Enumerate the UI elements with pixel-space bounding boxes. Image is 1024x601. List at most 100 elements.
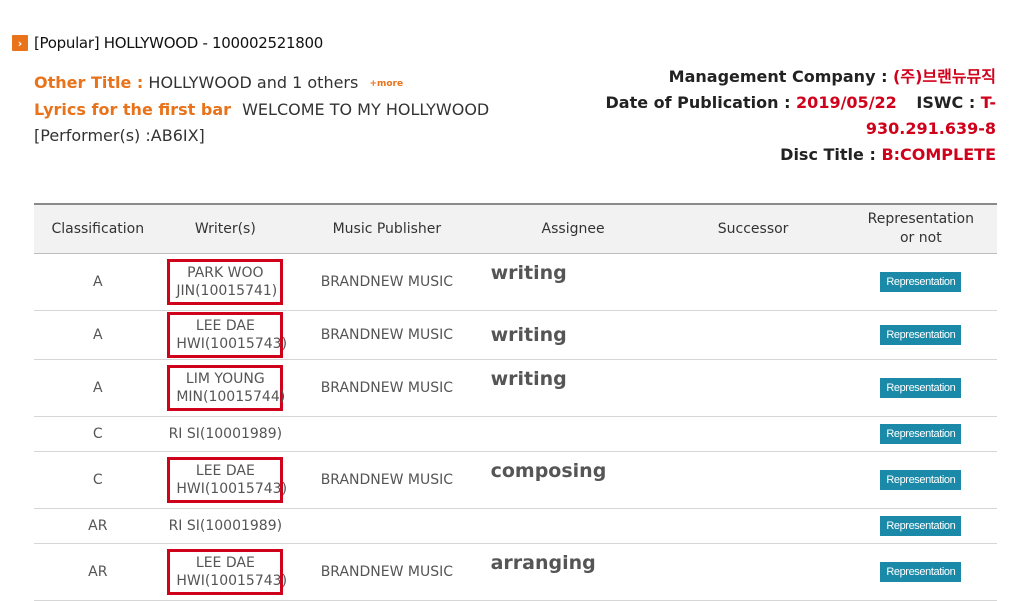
table-row: AR RI SI(10001989) Representation xyxy=(34,508,997,544)
writer-name[interactable]: RI SI(10001989) xyxy=(169,425,283,443)
cell-publisher: BRANDNEW MUSIC xyxy=(289,543,485,601)
cell-successor xyxy=(661,359,845,417)
cell-classification: A xyxy=(34,359,162,417)
writer-id: JIN(10015741) xyxy=(176,283,278,299)
representation-button[interactable]: Representation xyxy=(880,516,962,536)
cell-successor xyxy=(661,508,845,544)
lyrics-line: Lyrics for the first bar WELCOME TO MY H… xyxy=(34,97,489,123)
lyrics-label: Lyrics for the first bar xyxy=(34,99,231,119)
cell-representation: Representation xyxy=(844,310,997,360)
representation-button[interactable]: Representation xyxy=(880,325,962,345)
iswc-label: ISWC : xyxy=(916,93,976,112)
cell-assignee-role: arranging xyxy=(484,543,662,601)
cell-publisher xyxy=(289,416,485,452)
table-header-row: Classification Writer(s) Music Publisher… xyxy=(34,203,997,254)
cell-assignee-role: writing xyxy=(484,253,662,311)
chevron-right-icon: › xyxy=(12,35,28,51)
writer-name: LIM YOUNG xyxy=(185,371,265,387)
cell-assignee-role xyxy=(484,508,662,544)
writer-id: HWI(10015743) xyxy=(176,573,288,589)
disc-value: B:COMPLETE xyxy=(881,145,996,164)
publication-line: Date of Publication : 2019/05/22 ISWC : … xyxy=(605,90,996,116)
work-info-right: Management Company : (주)브랜뉴뮤직 Date of Pu… xyxy=(605,64,996,168)
cell-publisher: BRANDNEW MUSIC xyxy=(289,359,485,417)
cell-representation: Representation xyxy=(844,508,997,544)
cell-writer: LIM YOUNG MIN(10015744) xyxy=(161,359,290,417)
header-assignee: Assignee xyxy=(484,203,662,254)
page-header: › [Popular] HOLLYWOOD - 100002521800 xyxy=(12,34,323,52)
writer-highlight[interactable]: LEE DAE HWI(10015743) xyxy=(167,457,287,503)
cell-classification: A xyxy=(34,253,162,311)
cell-writer: LEE DAE HWI(10015743) xyxy=(161,451,290,509)
writer-name: PARK WOO xyxy=(187,265,264,281)
representation-button[interactable]: Representation xyxy=(880,470,962,490)
representation-button[interactable]: Representation xyxy=(880,378,962,398)
table-row: A PARK WOO JIN(10015741) BRANDNEW MUSIC … xyxy=(34,253,997,311)
cell-successor xyxy=(661,416,845,452)
table-row: A LEE DAE HWI(10015743) BRANDNEW MUSIC w… xyxy=(34,310,997,360)
page-title: [Popular] HOLLYWOOD - 100002521800 xyxy=(34,34,323,52)
cell-successor xyxy=(661,253,845,311)
rights-table: Classification Writer(s) Music Publisher… xyxy=(34,203,997,601)
writer-highlight[interactable]: LEE DAE HWI(10015743) xyxy=(167,312,287,358)
writer-highlight[interactable]: LIM YOUNG MIN(10015744) xyxy=(167,365,286,411)
writer-name: LEE DAE xyxy=(195,318,255,334)
writer-id: MIN(10015744) xyxy=(176,389,286,405)
cell-classification: C xyxy=(34,451,162,509)
cell-publisher: BRANDNEW MUSIC xyxy=(289,451,485,509)
more-link[interactable]: +more xyxy=(369,79,403,89)
writer-highlight[interactable]: PARK WOO JIN(10015741) xyxy=(167,259,284,305)
header-writers: Writer(s) xyxy=(161,203,290,254)
table-row: A LIM YOUNG MIN(10015744) BRANDNEW MUSIC… xyxy=(34,359,997,417)
cell-representation: Representation xyxy=(844,543,997,601)
management-label: Management Company : xyxy=(668,67,888,86)
cell-publisher xyxy=(289,508,485,544)
other-title-line: Other Title : HOLLYWOOD and 1 others +mo… xyxy=(34,70,489,97)
cell-publisher: BRANDNEW MUSIC xyxy=(289,253,485,311)
representation-button[interactable]: Representation xyxy=(880,272,962,292)
cell-publisher: BRANDNEW MUSIC xyxy=(289,310,485,360)
table-row: C LEE DAE HWI(10015743) BRANDNEW MUSIC c… xyxy=(34,451,997,509)
other-title-label: Other Title : xyxy=(34,73,144,92)
work-info-left: Other Title : HOLLYWOOD and 1 others +mo… xyxy=(34,70,489,149)
cell-representation: Representation xyxy=(844,359,997,417)
header-representation: Representation or not xyxy=(844,203,997,254)
iswc-value-1: T- xyxy=(980,93,996,112)
header-representation-line1: Representation xyxy=(867,211,974,227)
management-line: Management Company : (주)브랜뉴뮤직 xyxy=(605,64,996,90)
cell-representation: Representation xyxy=(844,416,997,452)
header-successor: Successor xyxy=(661,203,845,254)
cell-assignee-role xyxy=(484,416,662,452)
iswc-value-2: 930.291.639-8 xyxy=(865,119,996,138)
representation-button[interactable]: Representation xyxy=(880,562,962,582)
management-value: (주)브랜뉴뮤직 xyxy=(893,67,996,86)
cell-writer: RI SI(10001989) xyxy=(161,508,290,544)
cell-successor xyxy=(661,310,845,360)
cell-classification: AR xyxy=(34,508,162,544)
header-representation-line2: or not xyxy=(899,230,942,246)
cell-representation: Representation xyxy=(844,451,997,509)
table-row: C RI SI(10001989) Representation xyxy=(34,416,997,452)
cell-classification: C xyxy=(34,416,162,452)
writer-name[interactable]: RI SI(10001989) xyxy=(169,517,283,535)
cell-assignee-role: composing xyxy=(484,451,662,509)
header-classification: Classification xyxy=(34,203,162,254)
lyrics-value: WELCOME TO MY HOLLYWOOD xyxy=(242,99,490,119)
cell-writer: PARK WOO JIN(10015741) xyxy=(161,253,290,311)
writer-id: HWI(10015743) xyxy=(176,481,288,497)
cell-writer: LEE DAE HWI(10015743) xyxy=(161,543,290,601)
cell-writer: RI SI(10001989) xyxy=(161,416,290,452)
other-title-value: HOLLYWOOD and 1 others xyxy=(148,73,359,92)
table-row: AR LEE DAE HWI(10015743) BRANDNEW MUSIC … xyxy=(34,543,997,601)
representation-button[interactable]: Representation xyxy=(880,424,962,444)
cell-assignee-role: writing xyxy=(484,359,662,417)
disc-line: Disc Title : B:COMPLETE xyxy=(605,142,996,168)
writer-highlight[interactable]: LEE DAE HWI(10015743) xyxy=(167,549,287,595)
cell-assignee-role: writing xyxy=(484,310,662,360)
cell-classification: A xyxy=(34,310,162,360)
publication-label: Date of Publication : xyxy=(605,93,791,112)
cell-classification: AR xyxy=(34,543,162,601)
writer-id: HWI(10015743) xyxy=(176,336,288,352)
cell-representation: Representation xyxy=(844,253,997,311)
performer-text: [Performer(s) :AB6IX] xyxy=(34,125,205,145)
